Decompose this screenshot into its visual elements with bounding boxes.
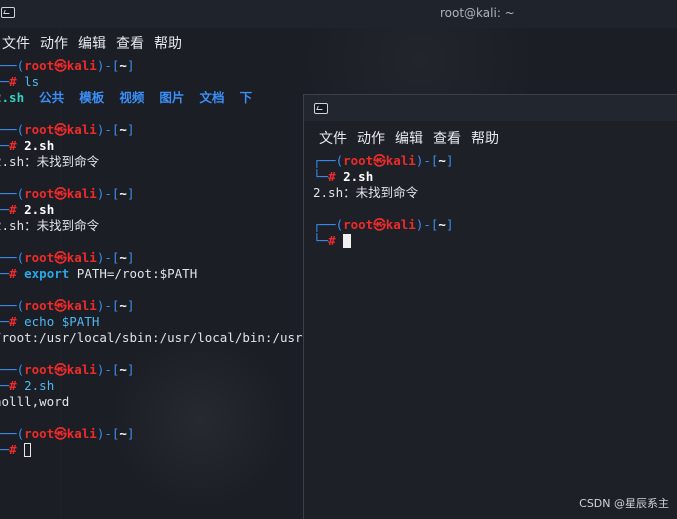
menu-view[interactable]: 查看 [428,128,466,148]
menu-help[interactable]: 帮助 [149,33,187,53]
front-terminal-titlebar[interactable] [304,95,677,121]
menu-view[interactable]: 查看 [111,33,149,53]
watermark: CSDN @星辰系主 [579,497,669,510]
text-cursor [343,234,352,248]
menu-file[interactable]: 文件 [0,33,35,53]
terminal-icon [314,103,328,114]
window-title: root@kali: ~ [440,6,515,20]
prompt-line: ┌──(root㉿kali)-[~] [313,217,454,232]
menu-action[interactable]: 动作 [35,33,73,53]
menu-edit[interactable]: 编辑 [390,128,428,148]
terminal-icon [1,7,15,18]
menu-help[interactable]: 帮助 [466,128,504,148]
command-line: └─# ls [0,74,40,89]
command-line: └─# 2.sh [313,169,374,184]
error-output: 2.sh：未找到命令 [313,185,419,200]
menu-edit[interactable]: 编辑 [73,33,111,53]
text-cursor [24,443,32,457]
front-terminal-menubar: 文件 动作 编辑 查看 帮助 [314,128,504,148]
command-line: └─# [313,233,453,249]
front-terminal-window[interactable]: 文件 动作 编辑 查看 帮助 ┌──(root㉿kali)-[~] └─# 2.… [303,94,677,519]
prompt-line: ┌──(root㉿kali)-[~] [313,153,454,168]
prompt-line: ┌──(root㉿kali)-[~] [0,58,135,73]
back-terminal-titlebar[interactable]: root@kali: ~ [0,0,677,28]
menu-action[interactable]: 动作 [352,128,390,148]
back-terminal-menubar: 文件 动作 编辑 查看 帮助 [0,33,187,53]
menu-file[interactable]: 文件 [314,128,352,148]
front-terminal-output[interactable]: ┌──(root㉿kali)-[~] └─# 2.sh 2.sh：未找到命令 ┌… [313,153,453,249]
